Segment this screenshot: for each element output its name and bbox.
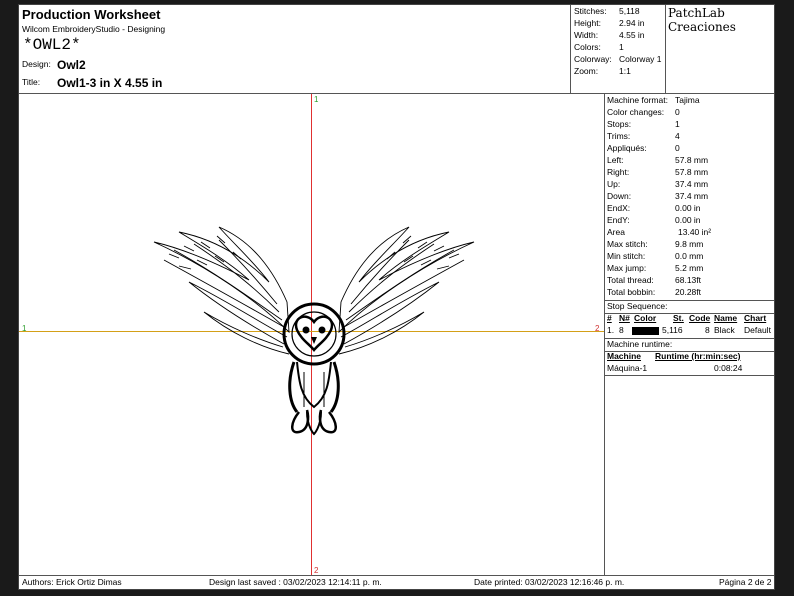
marker-top: 1 <box>314 95 319 104</box>
col-header-color: Color <box>634 313 657 323</box>
footer-saved: Design last saved : 03/02/2023 12:14:11 … <box>209 577 382 587</box>
summary-label: Stitches: <box>574 6 607 16</box>
stat-value: 0 <box>675 143 680 153</box>
logo-line1: PatchLab <box>668 6 725 20</box>
divider <box>570 5 571 93</box>
runtime-machine: Máquina-1 <box>607 363 648 373</box>
machine-stats: Machine format: Tajima Color changes: 0 … <box>605 94 774 301</box>
stat-label: EndX: <box>607 203 631 213</box>
title-value: Owl1-3 in X 4.55 in <box>57 76 163 90</box>
row-code: 8 <box>705 325 710 335</box>
logo-line2: Creaciones <box>668 20 736 34</box>
col-header-stitches: St. <box>673 313 684 323</box>
footer-printed: Date printed: 03/02/2023 12:16:46 p. m. <box>474 577 625 587</box>
summary-value: 4.55 in <box>619 30 645 40</box>
summary-label: Width: <box>574 30 599 40</box>
stat-value: Tajima <box>675 95 700 105</box>
stat-value: 57.8 mm <box>675 155 709 165</box>
stat-label: Appliqués: <box>607 143 647 153</box>
stat-label: Color changes: <box>607 107 665 117</box>
summary-value: 2.94 in <box>619 18 645 28</box>
stat-value: 20.28ft <box>675 287 701 297</box>
row-chart: Default <box>744 325 771 335</box>
software-name: Wilcom EmbroideryStudio - Designing <box>22 24 166 34</box>
left-wing <box>153 226 290 355</box>
worksheet-title: Production Worksheet <box>22 7 161 22</box>
stat-label: Area <box>607 227 625 237</box>
stat-label: Total bobbin: <box>607 287 656 297</box>
summary-label: Height: <box>574 18 601 28</box>
stat-value: 1 <box>675 119 680 129</box>
stat-label: Right: <box>607 167 630 177</box>
stop-sequence-title: Stop Sequence: <box>607 301 668 311</box>
summary-value: 1:1 <box>619 66 631 76</box>
brand-logo: PatchLab Creaciones <box>668 6 736 34</box>
col-header-needle: N# <box>619 313 630 323</box>
design-code: *OWL2* <box>23 36 81 54</box>
stat-value: 0 <box>675 107 680 117</box>
stat-label: Max stitch: <box>607 239 648 249</box>
col-header-runtime: Runtime (hr:min:sec) <box>655 351 741 361</box>
worksheet-page: Production Worksheet Wilcom EmbroiderySt… <box>18 4 775 590</box>
stat-label: Up: <box>607 179 621 189</box>
summary-value: Colorway 1 <box>619 54 662 64</box>
divider <box>665 5 666 93</box>
marker-left: 1 <box>22 324 27 333</box>
stat-label: Down: <box>607 191 632 201</box>
stat-label: Stops: <box>607 119 632 129</box>
summary-value: 1 <box>619 42 624 52</box>
row-stitches: 5,116 <box>662 325 683 335</box>
owl-design <box>153 226 475 436</box>
footer-authors: Authors: Erick Ortiz Dimas <box>22 577 122 587</box>
stat-label: Total thread: <box>607 275 654 285</box>
row-needle: 8 <box>619 325 624 335</box>
stat-value: 0.00 in <box>675 215 701 225</box>
stat-value: 0.0 mm <box>675 251 704 261</box>
stat-label: Left: <box>607 155 624 165</box>
row-name: Black <box>714 325 735 335</box>
stat-label: Trims: <box>607 131 631 141</box>
runtime-title: Machine runtime: <box>607 339 673 349</box>
right-wing <box>338 226 475 355</box>
stat-value: 37.4 mm <box>675 191 709 201</box>
stat-value: 0.00 in <box>675 203 701 213</box>
stat-value: 37.4 mm <box>675 179 709 189</box>
summary-label: Zoom: <box>574 66 599 76</box>
stat-label: EndY: <box>607 215 630 225</box>
col-header-name: Name <box>714 313 738 323</box>
design-canvas: 1 1 2 2 <box>19 94 604 575</box>
summary-block: Stitches: 5,118 Height: 2.94 in Width: 4… <box>571 5 665 93</box>
marker-right: 2 <box>595 324 600 333</box>
design-value: Owl2 <box>57 58 86 72</box>
marker-bottom: 2 <box>314 566 319 575</box>
col-header-machine: Machine <box>607 351 642 361</box>
stat-value: 4 <box>675 131 680 141</box>
stat-label: Machine format: <box>607 95 668 105</box>
summary-value: 5,118 <box>619 6 640 16</box>
stat-label: Min stitch: <box>607 251 646 261</box>
title-label: Title: <box>22 77 41 87</box>
col-header-num: # <box>607 313 612 323</box>
summary-label: Colorway: <box>574 54 612 64</box>
stat-value: 13.40 in² <box>678 227 712 237</box>
runtime-time: 0:08:24 <box>714 363 743 373</box>
divider <box>604 375 774 376</box>
color-swatch <box>632 327 659 335</box>
footer-page: Página 2 de 2 <box>719 577 772 587</box>
summary-label: Colors: <box>574 42 601 52</box>
row-num: 1. <box>607 325 615 335</box>
table-row: 1. 8 5,116 8 Black Default <box>604 325 774 337</box>
col-header-chart: Chart <box>744 313 767 323</box>
stat-label: Max jump: <box>607 263 647 273</box>
col-header-code: Code <box>689 313 711 323</box>
owl-body <box>282 302 346 436</box>
stat-value: 5.2 mm <box>675 263 704 273</box>
stat-value: 57.8 mm <box>675 167 709 177</box>
stat-value: 68.13ft <box>675 275 701 285</box>
divider <box>19 575 774 576</box>
design-label: Design: <box>22 59 51 69</box>
stat-value: 9.8 mm <box>675 239 704 249</box>
